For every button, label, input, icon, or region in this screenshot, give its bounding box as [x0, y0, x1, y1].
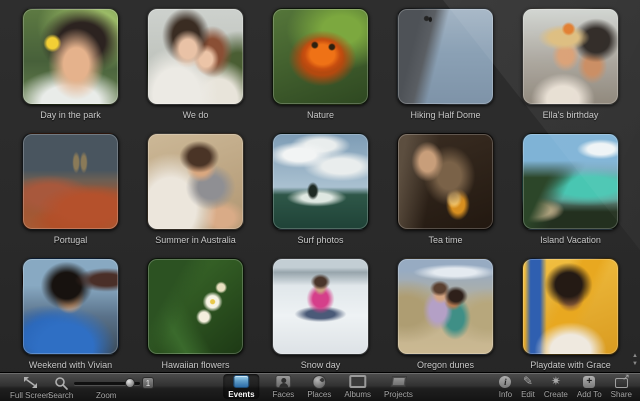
- edit-pencil-icon: ✎: [523, 375, 533, 388]
- create-button[interactable]: ✷ Create: [544, 374, 568, 399]
- event-nature[interactable]: [272, 8, 369, 105]
- search-label: Search: [48, 391, 73, 400]
- info-label: Info: [499, 390, 512, 399]
- event-title: Playdate with Grace: [530, 360, 611, 370]
- full-screen-button[interactable]: Full Screen: [10, 375, 50, 400]
- event-cell: Playdate with Grace: [508, 258, 633, 383]
- event-cell: Day in the park: [8, 8, 133, 133]
- view-switcher: Events Faces Places Albums Projects: [223, 374, 413, 399]
- event-playdate-with-grace[interactable]: [522, 258, 619, 355]
- action-buttons: i Info ✎ Edit ✷ Create + Add To ↗ Share: [499, 374, 632, 399]
- edit-button[interactable]: ✎ Edit: [521, 374, 535, 399]
- event-title: Day in the park: [40, 110, 101, 120]
- event-oregon-dunes[interactable]: [397, 258, 494, 355]
- event-hawaiian-flowers[interactable]: [147, 258, 244, 355]
- albums-icon: [349, 375, 366, 388]
- scroll-up-arrow-icon[interactable]: ▲: [632, 353, 638, 360]
- event-cell: Tea time: [383, 133, 508, 258]
- event-we-do[interactable]: [147, 8, 244, 105]
- event-island-vacation[interactable]: [522, 133, 619, 230]
- tab-faces[interactable]: Faces: [273, 374, 295, 399]
- event-cell: Nature: [258, 8, 383, 133]
- event-title: Oregon dunes: [417, 360, 474, 370]
- add-to-button[interactable]: + Add To: [577, 374, 602, 399]
- event-cell: Ella's birthday: [508, 8, 633, 133]
- event-day-in-the-park[interactable]: [22, 8, 119, 105]
- add-to-label: Add To: [577, 390, 602, 399]
- event-snow-day[interactable]: [272, 258, 369, 355]
- event-tea-time[interactable]: [397, 133, 494, 230]
- albums-label: Albums: [344, 390, 371, 399]
- events-grid: Day in the park We do Nature Hiking Half…: [0, 0, 634, 372]
- edit-label: Edit: [521, 390, 535, 399]
- places-label: Places: [307, 390, 331, 399]
- zoom-slider-knob[interactable]: [125, 378, 135, 388]
- zoom-level-badge[interactable]: 1: [142, 377, 154, 389]
- full-screen-label: Full Screen: [10, 391, 50, 400]
- event-weekend-with-vivian[interactable]: [22, 258, 119, 355]
- share-label: Share: [611, 390, 632, 399]
- event-title: Surf photos: [297, 235, 343, 245]
- event-title: Summer in Australia: [155, 235, 236, 245]
- event-summer-in-australia[interactable]: [147, 133, 244, 230]
- share-icon: ↗: [615, 378, 628, 388]
- scrollbar: ▲ ▼: [632, 353, 638, 368]
- places-icon: [312, 375, 326, 389]
- info-button[interactable]: i Info: [499, 374, 512, 399]
- event-title: Portugal: [54, 235, 88, 245]
- event-surf-photos[interactable]: [272, 133, 369, 230]
- event-title: Island Vacation: [540, 235, 601, 245]
- tab-events[interactable]: Events: [223, 374, 259, 399]
- event-title: Hawaiian flowers: [161, 360, 229, 370]
- tab-albums[interactable]: Albums: [344, 374, 371, 399]
- bottom-toolbar: Full Screen Search 1 Zoom Events: [0, 372, 640, 401]
- event-hiking-half-dome[interactable]: [397, 8, 494, 105]
- zoom-label: Zoom: [96, 391, 116, 400]
- event-cell: Portugal: [8, 133, 133, 258]
- events-icon: [233, 375, 249, 388]
- tab-projects[interactable]: Projects: [384, 374, 413, 399]
- event-cell: Snow day: [258, 258, 383, 383]
- event-portugal[interactable]: [22, 133, 119, 230]
- projects-icon: [390, 376, 407, 387]
- event-cell: Summer in Australia: [133, 133, 258, 258]
- tab-places[interactable]: Places: [307, 374, 331, 399]
- create-label: Create: [544, 390, 568, 399]
- search-button[interactable]: Search: [48, 375, 73, 400]
- faces-label: Faces: [273, 390, 295, 399]
- event-cell: Surf photos: [258, 133, 383, 258]
- search-icon: [54, 375, 68, 390]
- faces-icon: [275, 375, 291, 388]
- create-star-icon: ✷: [551, 375, 561, 388]
- add-to-plus-icon: +: [583, 376, 595, 388]
- event-title: We do: [183, 110, 209, 120]
- event-title: Hiking Half Dome: [410, 110, 480, 120]
- info-icon: i: [499, 376, 511, 388]
- event-cell: Oregon dunes: [383, 258, 508, 383]
- scroll-down-arrow-icon[interactable]: ▼: [632, 361, 638, 368]
- iphoto-window: Day in the park We do Nature Hiking Half…: [0, 0, 640, 401]
- event-cell: Hawaiian flowers: [133, 258, 258, 383]
- event-title: Nature: [307, 110, 334, 120]
- event-title: Ella's birthday: [543, 110, 599, 120]
- share-button[interactable]: ↗ Share: [611, 374, 632, 399]
- events-label: Events: [228, 390, 254, 399]
- event-title: Weekend with Vivian: [29, 360, 112, 370]
- event-cell: Island Vacation: [508, 133, 633, 258]
- projects-label: Projects: [384, 390, 413, 399]
- full-screen-icon: [23, 375, 38, 390]
- share-arrow-icon: ↗: [622, 372, 630, 383]
- event-title: Tea time: [428, 235, 462, 245]
- event-ellas-birthday[interactable]: [522, 8, 619, 105]
- event-title: Snow day: [301, 360, 341, 370]
- event-cell: We do: [133, 8, 258, 133]
- event-cell: Hiking Half Dome: [383, 8, 508, 133]
- event-cell: Weekend with Vivian: [8, 258, 133, 383]
